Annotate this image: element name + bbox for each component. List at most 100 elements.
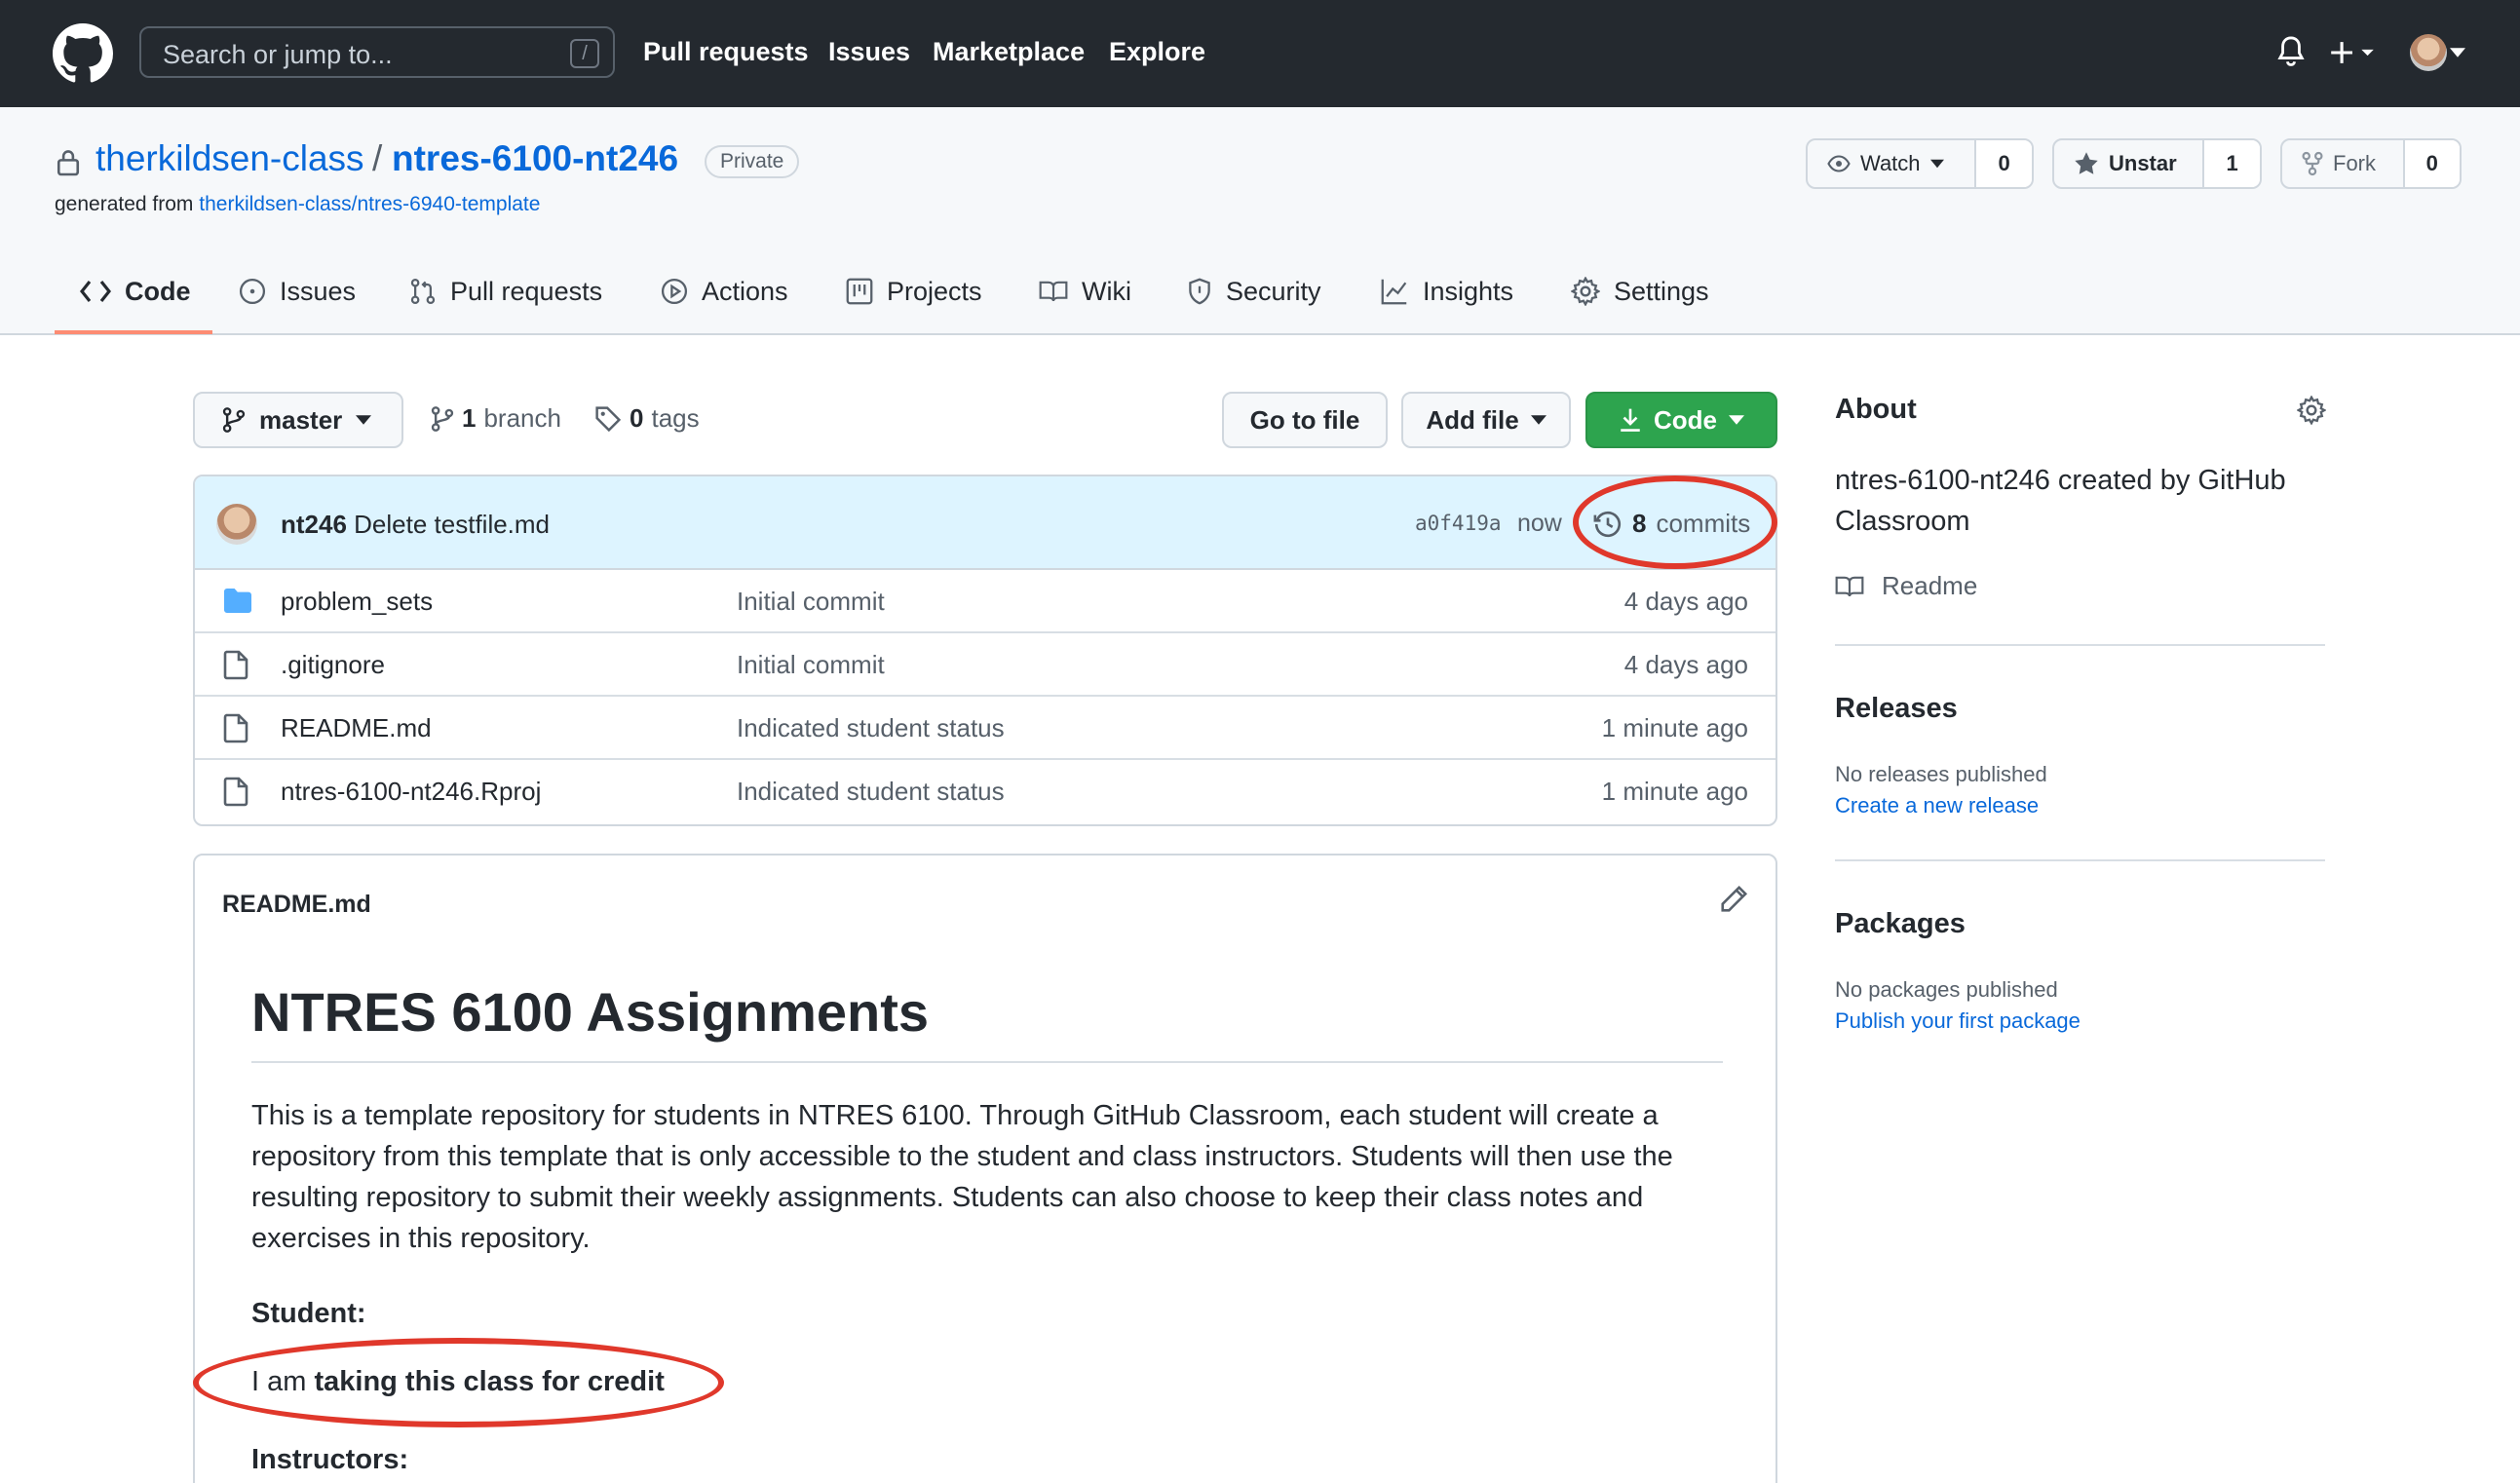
nav-marketplace[interactable]: Marketplace: [933, 37, 1085, 67]
branch-count-icon: [431, 405, 454, 432]
commit-time: now: [1517, 510, 1562, 537]
generated-from: generated from therkildsen-class/ntres-6…: [55, 193, 540, 216]
tab-settings[interactable]: Settings: [1571, 272, 1709, 311]
pull-request-icon: [410, 278, 436, 305]
tab-security-label: Security: [1226, 276, 1321, 306]
tab-code-label: Code: [125, 276, 191, 306]
branch-word: branch: [483, 403, 561, 433]
watch-count[interactable]: 0: [1976, 140, 2032, 187]
nav-issues[interactable]: Issues: [828, 37, 910, 67]
branch-select-button[interactable]: master: [193, 392, 403, 448]
watch-button-group: Watch 0: [1806, 138, 2034, 189]
tab-security[interactable]: Security: [1187, 272, 1321, 311]
template-link[interactable]: therkildsen-class/ntres-6940-template: [199, 193, 540, 215]
commit-author[interactable]: nt246: [281, 510, 347, 539]
star-filled-icon: [2075, 152, 2098, 174]
file-name[interactable]: .gitignore: [281, 650, 385, 680]
table-row[interactable]: .gitignore Initial commit 4 days ago: [195, 633, 1775, 697]
bell-icon[interactable]: [2276, 35, 2306, 68]
github-logo-icon[interactable]: [53, 23, 113, 84]
tab-pull-requests-label: Pull requests: [450, 276, 603, 306]
latest-commit-bar: nt246 Delete testfile.md a0f419a now 8 c…: [195, 476, 1775, 570]
packages-heading[interactable]: Packages: [1835, 908, 1966, 940]
tab-issues[interactable]: Issues: [239, 272, 356, 311]
tab-actions-label: Actions: [702, 276, 788, 306]
readme-paragraph: This is a template repository for studen…: [251, 1100, 1673, 1254]
table-row[interactable]: ntres-6100-nt246.Rproj Indicated student…: [195, 760, 1775, 823]
issue-icon: [239, 278, 266, 305]
tab-insights-label: Insights: [1423, 276, 1514, 306]
publish-package-link[interactable]: Publish your first package: [1835, 1008, 2081, 1034]
file-name[interactable]: README.md: [281, 713, 432, 743]
file-commit-message[interactable]: Indicated student status: [737, 777, 1005, 807]
tab-wiki[interactable]: Wiki: [1039, 272, 1131, 311]
branch-dropdown-icon: [356, 415, 372, 425]
file-age: 1 minute ago: [1601, 777, 1748, 806]
pencil-icon[interactable]: [1719, 885, 1748, 914]
tab-projects[interactable]: Projects: [846, 272, 982, 311]
fork-button[interactable]: Fork: [2282, 140, 2405, 187]
book-icon: [1039, 281, 1068, 302]
download-icon: [1621, 408, 1640, 432]
watch-button[interactable]: Watch: [1808, 140, 1977, 187]
go-to-file-label: Go to file: [1249, 404, 1360, 435]
readme-filename[interactable]: README.md: [222, 891, 371, 919]
about-description: ntres-6100-nt246 created by GitHub Class…: [1835, 465, 2286, 537]
book-icon: [1835, 576, 1864, 596]
readme-divider: [251, 1061, 1723, 1063]
branches-link[interactable]: 1 branch: [431, 403, 561, 434]
user-avatar[interactable]: [2410, 34, 2447, 71]
readme-link[interactable]: Readme: [1835, 571, 1977, 601]
commit-message[interactable]: Delete testfile.md: [354, 510, 550, 539]
create-release-link[interactable]: Create a new release: [1835, 793, 2039, 818]
file-icon: [223, 777, 248, 807]
file-commit-message[interactable]: Initial commit: [737, 587, 885, 617]
latest-commit: nt246 Delete testfile.md: [281, 510, 550, 540]
commit-sha[interactable]: a0f419a: [1415, 512, 1502, 535]
file-name[interactable]: ntres-6100-nt246.Rproj: [281, 777, 541, 807]
tab-code[interactable]: Code: [80, 272, 191, 311]
lock-icon: [57, 150, 80, 176]
code-button-label: Code: [1654, 404, 1717, 435]
eye-icon: [1827, 155, 1851, 172]
unstar-button[interactable]: Unstar: [2054, 140, 2205, 187]
tags-link[interactable]: 0 tags: [594, 403, 700, 434]
go-to-file-button[interactable]: Go to file: [1222, 392, 1388, 448]
repo-name-link[interactable]: ntres-6100-nt246: [392, 138, 678, 179]
tab-pull-requests[interactable]: Pull requests: [409, 272, 602, 311]
active-tab-indicator: [55, 330, 212, 334]
releases-empty-text: No releases published: [1835, 762, 2047, 786]
plus-dropdown-icon[interactable]: [2329, 39, 2376, 66]
graph-icon: [1381, 279, 1407, 305]
table-row[interactable]: problem_sets Initial commit 4 days ago: [195, 570, 1775, 633]
nav-explore[interactable]: Explore: [1109, 37, 1205, 67]
repo-owner-link[interactable]: therkildsen-class: [95, 138, 364, 179]
commit-author-avatar[interactable]: [216, 504, 257, 545]
file-name[interactable]: problem_sets: [281, 587, 433, 617]
file-age: 4 days ago: [1623, 650, 1748, 679]
file-commit-message[interactable]: Indicated student status: [737, 713, 1005, 743]
tag-count: 0: [630, 403, 644, 433]
table-row[interactable]: README.md Indicated student status 1 min…: [195, 697, 1775, 760]
about-settings-gear-icon[interactable]: [2297, 396, 2326, 425]
code-button[interactable]: Code: [1585, 392, 1777, 448]
avatar-dropdown-icon[interactable]: [2450, 47, 2465, 58]
tab-insights[interactable]: Insights: [1380, 272, 1513, 311]
generated-from-prefix: generated from: [55, 193, 194, 215]
star-button-group: Unstar 1: [2052, 138, 2262, 189]
releases-heading[interactable]: Releases: [1835, 693, 1958, 725]
global-header: Search or jump to... / Pull requests Iss…: [0, 0, 2520, 107]
star-count[interactable]: 1: [2204, 140, 2260, 187]
student-heading: Student:: [251, 1298, 366, 1329]
shield-icon: [1189, 278, 1210, 305]
tab-projects-label: Projects: [887, 276, 982, 306]
fork-count[interactable]: 0: [2404, 140, 2460, 187]
tag-icon: [595, 405, 622, 432]
repo-path-separator: /: [372, 138, 383, 178]
tab-actions[interactable]: Actions: [661, 272, 788, 311]
add-file-button[interactable]: Add file: [1401, 392, 1571, 448]
visibility-badge: Private: [705, 145, 800, 178]
nav-pull-requests[interactable]: Pull requests: [643, 37, 809, 67]
file-commit-message[interactable]: Initial commit: [737, 650, 885, 680]
search-input[interactable]: Search or jump to... /: [139, 26, 615, 78]
